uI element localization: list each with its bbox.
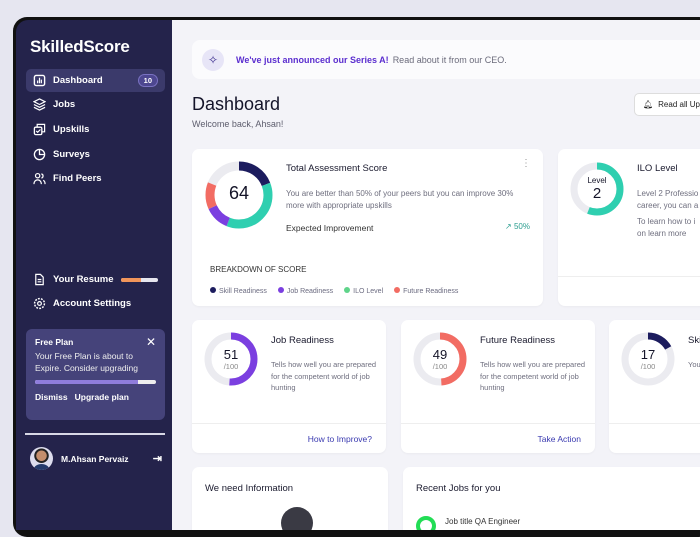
- user-profile[interactable]: M.Ahsan Pervaiz ⇥: [30, 447, 162, 470]
- read-all-updates-button[interactable]: 🔔︎ Read all Upd: [634, 93, 700, 116]
- plan-progress: [35, 380, 156, 384]
- bell-icon: 🔔︎: [643, 100, 653, 109]
- upgrade-plan-button[interactable]: Upgrade plan: [75, 392, 129, 402]
- pie-chart-icon: [33, 148, 46, 161]
- readiness-score: 51: [203, 347, 259, 362]
- users-icon: [33, 172, 46, 185]
- announcement-text: Read about it from our CEO.: [393, 55, 507, 65]
- card-title: Ski: [688, 335, 700, 346]
- free-plan-card: Free Plan ✕ Your Free Plan is about to E…: [26, 329, 165, 420]
- total-score-card: 64 Total Assessment Score ⋮ You are bett…: [192, 149, 543, 306]
- user-name: M.Ahsan Pervaiz: [61, 454, 129, 464]
- dismiss-button[interactable]: Dismiss: [35, 392, 68, 402]
- ilo-label: Level: [569, 176, 625, 185]
- sidebar-item-resume[interactable]: Your Resume: [26, 268, 165, 291]
- document-icon: [33, 273, 46, 286]
- readiness-max: /100: [203, 362, 259, 371]
- legend: Skill Readiness Job Readiness ILO Level …: [210, 287, 458, 295]
- sidebar-item-label: Account Settings: [53, 298, 131, 309]
- sidebar-item-label: Upskills: [53, 124, 89, 135]
- legend-item: Future Readiness: [394, 287, 458, 295]
- card-title: Job Readiness: [271, 335, 334, 346]
- copy-check-icon: [33, 123, 46, 136]
- ilo-level-card: Level 2 ILO Level Level 2 Professiocaree…: [558, 149, 700, 306]
- card-desc: You are better than 50% of your peers bu…: [286, 188, 531, 212]
- logout-icon[interactable]: ⇥: [153, 452, 162, 465]
- card-title: Total Assessment Score: [286, 163, 387, 174]
- legend-item: ILO Level: [344, 287, 383, 295]
- resume-progress: [121, 278, 158, 282]
- gear-icon: [33, 297, 46, 310]
- card-title: ILO Level: [637, 163, 678, 174]
- divider: [192, 423, 386, 424]
- page-title: Dashboard: [192, 94, 280, 115]
- card-title: We need Information: [205, 483, 293, 494]
- recent-jobs-card: Recent Jobs for you Job title QA Enginee…: [403, 467, 700, 530]
- welcome-text: Welcome back, Ahsan!: [192, 119, 283, 129]
- card-action-link[interactable]: How to Improve?: [308, 434, 372, 444]
- card-title: Recent Jobs for you: [416, 483, 501, 494]
- readiness-max: /100: [620, 362, 676, 371]
- card-desc: Level 2 Professiocareer, you can aTo lea…: [637, 188, 698, 240]
- ilo-value: 2: [569, 185, 625, 202]
- close-icon[interactable]: ✕: [146, 335, 156, 349]
- sidebar-item-jobs[interactable]: Jobs: [26, 93, 165, 116]
- plan-title: Free Plan: [35, 337, 156, 347]
- card-desc: You you out visi: [688, 359, 700, 371]
- readiness-score: 49: [412, 347, 468, 362]
- readiness-card: 51 /100 Job Readiness Tells how well you…: [192, 320, 386, 453]
- sidebar-item-label: Jobs: [53, 99, 75, 110]
- sidebar-item-label: Dashboard: [53, 75, 103, 86]
- legend-item: Job Readiness: [278, 287, 333, 295]
- info-card: We need Information: [192, 467, 388, 530]
- logo: SkilledScore: [30, 37, 130, 57]
- notification-badge: 10: [138, 74, 158, 87]
- expected-value: 50%: [514, 222, 530, 231]
- company-logo: [416, 516, 436, 530]
- card-desc: Tells how well you are prepared for the …: [480, 359, 588, 394]
- sparkle-icon: ✧: [202, 49, 224, 71]
- chart-icon: [33, 74, 46, 87]
- announcement-highlight[interactable]: We've just announced our Series A!: [236, 55, 389, 65]
- trend-up-icon: ↗: [505, 222, 514, 231]
- divider: [558, 276, 700, 277]
- legend-item: Skill Readiness: [210, 287, 267, 295]
- sidebar-item-find-peers[interactable]: Find Peers: [26, 167, 165, 190]
- plan-text: Your Free Plan is about to Expire. Consi…: [35, 350, 156, 374]
- avatar: [30, 447, 53, 470]
- announcement-banner[interactable]: ✧ We've just announced our Series A! Rea…: [192, 40, 700, 79]
- more-icon[interactable]: ⋮: [521, 158, 531, 169]
- sidebar-item-dashboard[interactable]: Dashboard 10: [26, 69, 165, 92]
- layers-icon: [33, 98, 46, 111]
- divider: [25, 433, 165, 435]
- sidebar-item-label: Your Resume: [53, 274, 114, 285]
- readiness-card: 49 /100 Future Readiness Tells how well …: [401, 320, 595, 453]
- divider: [609, 423, 700, 424]
- sidebar-item-account-settings[interactable]: Account Settings: [26, 292, 165, 315]
- sidebar-item-label: Surveys: [53, 149, 90, 160]
- expected-label: Expected Improvement: [286, 223, 373, 233]
- sidebar: SkilledScore Dashboard 10 Jobs Upskills …: [16, 20, 172, 530]
- illustration: [281, 507, 313, 530]
- readiness-max: /100: [412, 362, 468, 371]
- sidebar-item-surveys[interactable]: Surveys: [26, 143, 165, 166]
- sidebar-item-label: Find Peers: [53, 173, 102, 184]
- divider: [401, 423, 595, 424]
- total-score: 64: [204, 183, 274, 204]
- card-desc: Tells how well you are prepared for the …: [271, 359, 379, 394]
- card-action-link[interactable]: Take Action: [538, 434, 581, 444]
- main-content: ✧ We've just announced our Series A! Rea…: [172, 20, 700, 530]
- card-title: Future Readiness: [480, 335, 555, 346]
- breakdown-title: BREAKDOWN OF SCORE: [210, 265, 306, 274]
- sidebar-item-upskills[interactable]: Upskills: [26, 118, 165, 141]
- readiness-card: 17 /100 Ski You you out visi: [609, 320, 700, 453]
- readiness-score: 17: [620, 347, 676, 362]
- button-label: Read all Upd: [658, 100, 700, 109]
